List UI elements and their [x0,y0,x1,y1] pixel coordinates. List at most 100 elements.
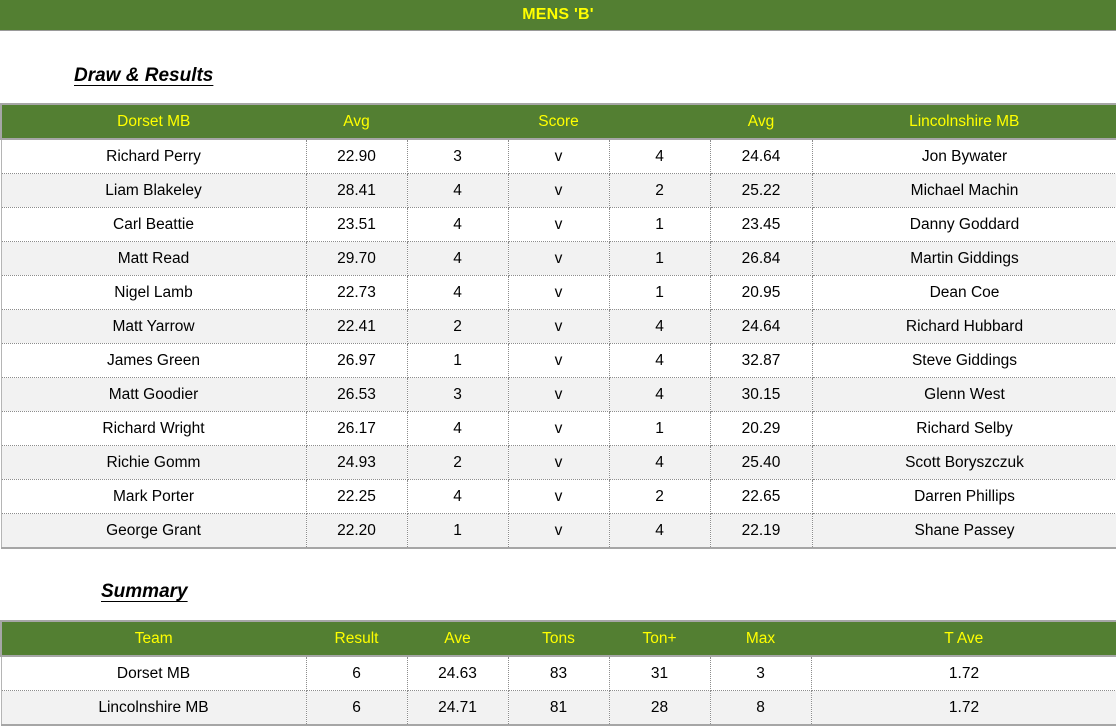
results-header-row: Dorset MB Avg Score Avg Lincolnshire MB [0,103,1116,140]
col-header-ave: Ave [406,620,509,657]
cell-home-score: 2 [407,309,509,344]
cell-home-score: 2 [407,445,509,480]
cell-tave: 1.72 [811,656,1116,691]
cell-home-avg: 23.51 [306,207,408,242]
cell-away-score: 4 [609,343,711,378]
cell-result: 6 [306,656,408,691]
cell-away-player: Steve Giddings [812,343,1116,378]
cell-home-avg: 24.93 [306,445,408,480]
cell-away-avg: 26.84 [710,241,813,276]
cell-home-score: 4 [407,173,509,208]
cell-away-avg: 24.64 [710,139,813,174]
cell-home-avg: 22.20 [306,513,408,549]
cell-away-avg: 25.40 [710,445,813,480]
summary-header-row: Team Result Ave Tons Ton+ Max T Ave [0,620,1116,657]
summary-table-wrapper: Team Result Ave Tons Ton+ Max T Ave Dors… [0,620,1116,726]
cell-home-score: 3 [407,377,509,412]
cell-away-player: Dean Coe [812,275,1116,310]
cell-home-avg: 28.41 [306,173,408,208]
col-header-home-team: Dorset MB [0,103,307,140]
cell-max: 3 [710,656,812,691]
cell-home-score: 1 [407,513,509,549]
cell-home-score: 4 [407,207,509,242]
cell-away-player: Richard Hubbard [812,309,1116,344]
table-row: Matt Yarrow 22.41 2 v 4 24.64 Richard Hubbard [0,309,1116,344]
draw-results-section: Draw & Results Dorset MB Avg Score Avg L… [0,31,1116,549]
cell-home-player: George Grant [0,513,307,549]
cell-home-avg: 22.25 [306,479,408,514]
cell-away-avg: 23.45 [710,207,813,242]
cell-tonplus: 31 [609,656,711,691]
cell-away-player: Jon Bywater [812,139,1116,174]
summary-heading: Summary [101,581,188,602]
cell-versus: v [508,275,610,310]
cell-away-avg: 20.29 [710,411,813,446]
cell-home-player: Richard Wright [0,411,307,446]
cell-ave: 24.63 [407,656,509,691]
cell-away-score: 4 [609,309,711,344]
cell-home-score: 4 [407,479,509,514]
cell-home-player: Richie Gomm [0,445,307,480]
cell-home-score: 4 [407,241,509,276]
cell-home-player: Mark Porter [0,479,307,514]
cell-away-player: Richard Selby [812,411,1116,446]
col-header-max: Max [709,620,812,657]
page-title-bar: MENS 'B' [0,0,1116,31]
cell-home-player: James Green [0,343,307,378]
table-row: George Grant 22.20 1 v 4 22.19 Shane Passey [0,513,1116,549]
table-row: Carl Beattie 23.51 4 v 1 23.45 Danny Goddard [0,207,1116,242]
cell-away-avg: 25.22 [710,173,813,208]
cell-home-score: 3 [407,139,509,174]
cell-home-player: Richard Perry [0,139,307,174]
cell-versus: v [508,377,610,412]
cell-home-avg: 22.90 [306,139,408,174]
summary-section: Summary Team Result Ave Tons Ton+ Max T … [0,549,1116,726]
cell-team: Dorset MB [0,656,307,691]
cell-away-score: 4 [609,139,711,174]
cell-away-score: 4 [609,445,711,480]
cell-away-score: 1 [609,411,711,446]
results-table: Dorset MB Avg Score Avg Lincolnshire MB … [0,103,1116,549]
cell-home-player: Carl Beattie [0,207,307,242]
cell-versus: v [508,479,610,514]
cell-away-avg: 22.65 [710,479,813,514]
col-header-away-avg: Avg [709,103,813,140]
table-row: Richie Gomm 24.93 2 v 4 25.40 Scott Boryszczuk [0,445,1116,480]
cell-away-score: 4 [609,377,711,412]
cell-result: 6 [306,690,408,726]
cell-home-player: Matt Yarrow [0,309,307,344]
cell-home-player: Liam Blakeley [0,173,307,208]
cell-versus: v [508,173,610,208]
cell-versus: v [508,207,610,242]
cell-home-avg: 26.17 [306,411,408,446]
cell-versus: v [508,343,610,378]
col-header-tons: Tons [507,620,610,657]
cell-away-player: Michael Machin [812,173,1116,208]
cell-home-avg: 22.73 [306,275,408,310]
table-row: Richard Perry 22.90 3 v 4 24.64 Jon Bywater [0,139,1116,174]
table-row: Richard Wright 26.17 4 v 1 20.29 Richard Selby [0,411,1116,446]
cell-team: Lincolnshire MB [0,690,307,726]
table-row: Matt Read 29.70 4 v 1 26.84 Martin Giddings [0,241,1116,276]
cell-away-player: Darren Phillips [812,479,1116,514]
cell-tonplus: 28 [609,690,711,726]
table-row: Mark Porter 22.25 4 v 2 22.65 Darren Phillips [0,479,1116,514]
col-header-tave: T Ave [810,620,1116,657]
cell-away-avg: 22.19 [710,513,813,549]
col-header-result: Result [305,620,408,657]
col-header-score: Score [406,103,711,140]
col-header-away-team: Lincolnshire MB [811,103,1116,140]
table-row: Liam Blakeley 28.41 4 v 2 25.22 Michael Machin [0,173,1116,208]
cell-away-score: 1 [609,275,711,310]
cell-versus: v [508,445,610,480]
cell-max: 8 [710,690,812,726]
cell-away-player: Danny Goddard [812,207,1116,242]
cell-ave: 24.71 [407,690,509,726]
cell-away-score: 1 [609,241,711,276]
cell-home-avg: 22.41 [306,309,408,344]
summary-table: Team Result Ave Tons Ton+ Max T Ave Dors… [0,620,1116,726]
results-table-wrapper: Dorset MB Avg Score Avg Lincolnshire MB … [0,103,1116,549]
cell-home-avg: 26.53 [306,377,408,412]
cell-away-player: Glenn West [812,377,1116,412]
cell-tons: 83 [508,656,610,691]
